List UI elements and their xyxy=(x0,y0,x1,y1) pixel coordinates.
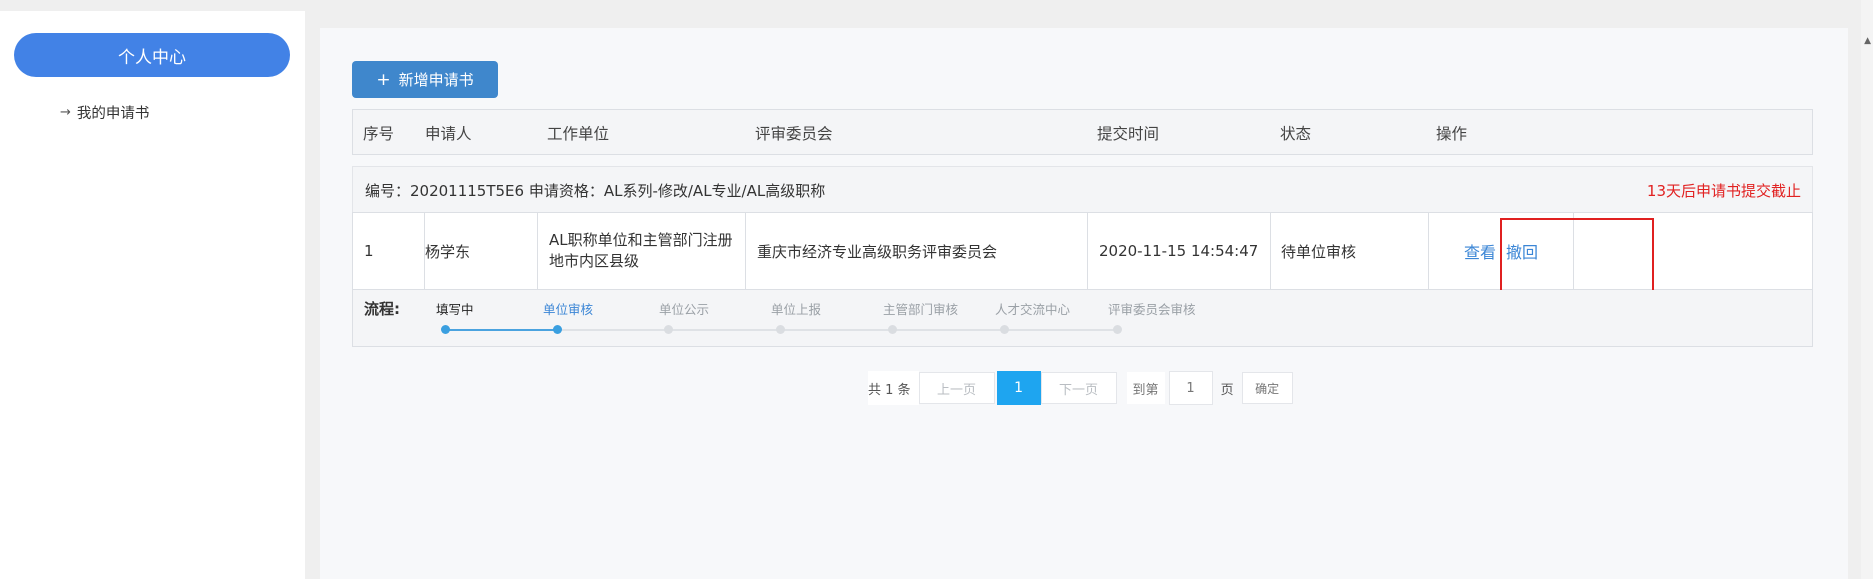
sidebar-item-my-applications[interactable]: → 我的申请书 xyxy=(60,102,149,123)
application-group-header: 编号：20201115T5E6 申请资格：AL系列-修改/AL专业/AL高级职称… xyxy=(352,166,1813,212)
column-header-work-unit: 工作单位 xyxy=(547,125,610,143)
column-header-actions: 操作 xyxy=(1436,125,1468,143)
view-link[interactable]: 查看 xyxy=(1464,239,1496,263)
arrow-right-icon: → xyxy=(60,105,71,120)
pagination: 共 1 条 上一页 1 下一页 到第 页 确定 xyxy=(868,371,1293,405)
process-step-dot xyxy=(441,325,450,334)
goto-label: 到第 xyxy=(1126,372,1165,404)
deadline-notice: 13天后申请书提交截止 xyxy=(1646,182,1801,200)
cell-status: 待单位审核 xyxy=(1271,213,1429,289)
column-header-submit-time: 提交时间 xyxy=(1097,125,1160,143)
column-header-index: 序号 xyxy=(363,125,395,143)
process-step-label: 填写中 xyxy=(436,302,474,317)
pagination-total: 共 1 条 xyxy=(868,371,919,405)
add-application-label: 新增申请书 xyxy=(398,71,474,89)
process-track-progress xyxy=(445,329,557,331)
process-label: 流程: xyxy=(364,300,400,318)
scroll-up-icon[interactable]: ▲ xyxy=(1864,36,1871,46)
application-code: 编号：20201115T5E6 申请资格：AL系列-修改/AL专业/AL高级职称 xyxy=(365,182,826,200)
confirm-page-button[interactable]: 确定 xyxy=(1241,372,1293,404)
table-header: 序号 申请人 工作单位 评审委员会 提交时间 状态 操作 xyxy=(352,109,1813,155)
personal-center-button[interactable]: 个人中心 xyxy=(14,33,290,77)
plus-icon: + xyxy=(376,69,391,90)
sidebar-item-label: 我的申请书 xyxy=(76,106,150,122)
main-panel: + 新增申请书 序号 申请人 工作单位 评审委员会 提交时间 状态 操作 编号：… xyxy=(320,28,1848,579)
process-step-label: 主管部门审核 xyxy=(883,302,959,317)
process-step-label: 单位上报 xyxy=(771,302,822,317)
prev-page-button[interactable]: 上一页 xyxy=(918,372,995,404)
process-step-dot xyxy=(553,325,562,334)
sidebar: 个人中心 → 我的申请书 xyxy=(0,11,305,579)
page-number-button[interactable]: 1 xyxy=(996,371,1041,405)
process-step-label: 单位公示 xyxy=(659,302,710,317)
column-header-applicant: 申请人 xyxy=(425,125,472,143)
process-step-dot xyxy=(776,325,785,334)
page-number-input[interactable] xyxy=(1168,371,1213,405)
add-application-button[interactable]: + 新增申请书 xyxy=(352,61,498,98)
status-highlight-box xyxy=(1500,218,1654,296)
process-step-dot xyxy=(664,325,673,334)
cell-committee: 重庆市经济专业高级职务评审委员会 xyxy=(746,213,1088,289)
page-unit-label: 页 xyxy=(1220,382,1234,398)
process-flow: 流程: 填写中 单位审核 单位公示 单位上报 主管部门审核 人才交流中心 评审委… xyxy=(352,290,1813,347)
applications-table: 序号 申请人 工作单位 评审委员会 提交时间 状态 操作 编号：20201115… xyxy=(352,109,1813,347)
cell-submit-time: 2020-11-15 14:54:47 xyxy=(1088,213,1271,289)
process-step-label: 评审委员会审核 xyxy=(1108,302,1196,317)
column-header-committee: 评审委员会 xyxy=(755,125,833,143)
scrollbar[interactable]: ▲ xyxy=(1861,0,1873,579)
process-step-dot xyxy=(1113,325,1122,334)
table-row: 1 杨学东 AL职称单位和主管部门注册地市内区县级 重庆市经济专业高级职务评审委… xyxy=(352,212,1813,296)
process-step-label: 人才交流中心 xyxy=(995,302,1071,317)
next-page-button[interactable]: 下一页 xyxy=(1040,372,1117,404)
cell-applicant: 杨学东 xyxy=(414,213,538,289)
process-step-dot xyxy=(1000,325,1009,334)
process-step-label: 单位审核 xyxy=(543,302,594,317)
process-step-dot xyxy=(888,325,897,334)
cell-work-unit: AL职称单位和主管部门注册地市内区县级 xyxy=(538,213,746,289)
column-header-status: 状态 xyxy=(1280,125,1312,143)
